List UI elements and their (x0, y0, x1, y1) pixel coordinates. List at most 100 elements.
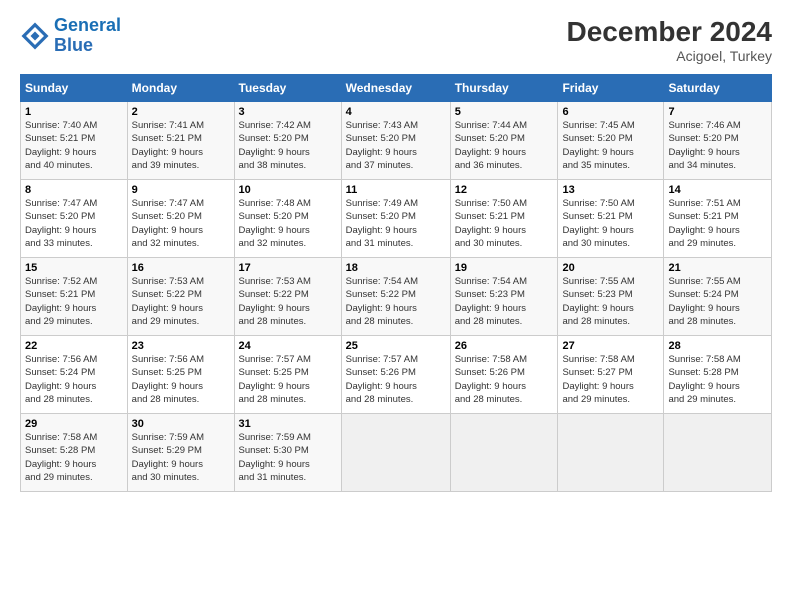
sunset-text: Sunset: 5:28 PM (668, 367, 738, 378)
daylight-text: Daylight: 9 hours and 28 minutes. (455, 303, 526, 327)
calendar-week-4: 22Sunrise: 7:56 AMSunset: 5:24 PMDayligh… (21, 336, 772, 414)
day-number: 23 (132, 340, 230, 352)
day-number: 25 (346, 340, 446, 352)
header: General Blue December 2024 Acigoel, Turk… (20, 16, 772, 64)
sunrise-text: Sunrise: 7:58 AM (562, 354, 634, 365)
day-number: 5 (455, 106, 554, 118)
sunset-text: Sunset: 5:30 PM (239, 445, 309, 456)
day-header-friday: Friday (558, 75, 664, 102)
sunrise-text: Sunrise: 7:43 AM (346, 120, 418, 131)
sunset-text: Sunset: 5:26 PM (346, 367, 416, 378)
calendar-cell: 5Sunrise: 7:44 AMSunset: 5:20 PMDaylight… (450, 102, 558, 180)
sunset-text: Sunset: 5:22 PM (346, 289, 416, 300)
sunset-text: Sunset: 5:25 PM (132, 367, 202, 378)
sunset-text: Sunset: 5:20 PM (668, 133, 738, 144)
sunrise-text: Sunrise: 7:50 AM (562, 198, 634, 209)
calendar-title: December 2024 (567, 16, 772, 48)
day-number: 13 (562, 184, 659, 196)
calendar-cell: 13 Sunrise: 7:50 AM Sunset: 5:21 PM Dayligh… (558, 180, 664, 258)
calendar-cell: 1Sunrise: 7:40 AMSunset: 5:21 PMDaylight… (21, 102, 128, 180)
sunset-text: Sunset: 5:21 PM (668, 211, 738, 222)
daylight-text: Daylight: 9 hours and 28 minutes. (562, 303, 633, 327)
daylight-text: Daylight: 9 hours and 31 minutes. (346, 225, 417, 249)
day-info: Sunrise: 7:42 AMSunset: 5:20 PMDaylight:… (239, 119, 337, 172)
calendar-cell: 10Sunrise: 7:48 AMSunset: 5:20 PMDayligh… (234, 180, 341, 258)
sunrise-text: Sunrise: 7:40 AM (25, 120, 97, 131)
sunset-text: Sunset: 5:24 PM (668, 289, 738, 300)
calendar-week-2: 8Sunrise: 7:47 AMSunset: 5:20 PMDaylight… (21, 180, 772, 258)
day-header-saturday: Saturday (664, 75, 772, 102)
day-info: Sunrise: 7:47 AMSunset: 5:20 PMDaylight:… (25, 197, 123, 250)
calendar-cell: 15Sunrise: 7:52 AMSunset: 5:21 PMDayligh… (21, 258, 128, 336)
day-number: 1 (25, 106, 123, 118)
sunrise-text: Sunrise: 7:58 AM (668, 354, 740, 365)
day-info: Sunrise: 7:54 AM Sunset: 5:23 PM Daylight:… (455, 275, 554, 328)
day-info: Sunrise: 7:59 AM Sunset: 5:30 PM Daylight:… (239, 431, 337, 484)
sunset-text: Sunset: 5:20 PM (132, 211, 202, 222)
calendar-week-1: 1Sunrise: 7:40 AMSunset: 5:21 PMDaylight… (21, 102, 772, 180)
daylight-text: Daylight: 9 hours and 37 minutes. (346, 147, 417, 171)
daylight-text: Daylight: 9 hours and 32 minutes. (132, 225, 203, 249)
daylight-text: Daylight: 9 hours and 35 minutes. (562, 147, 633, 171)
day-info: Sunrise: 7:53 AMSunset: 5:22 PMDaylight:… (132, 275, 230, 328)
calendar-cell: 12Sunrise: 7:50 AMSunset: 5:21 PMDayligh… (450, 180, 558, 258)
daylight-text: Daylight: 9 hours and 28 minutes. (25, 381, 96, 405)
calendar-cell (341, 414, 450, 492)
sunrise-text: Sunrise: 7:48 AM (239, 198, 311, 209)
day-info: Sunrise: 7:57 AMSunset: 5:26 PMDaylight:… (346, 353, 446, 406)
day-number: 16 (132, 262, 230, 274)
day-info: Sunrise: 7:52 AMSunset: 5:21 PMDaylight:… (25, 275, 123, 328)
sunset-text: Sunset: 5:24 PM (25, 367, 95, 378)
day-info: Sunrise: 7:58 AMSunset: 5:28 PMDaylight:… (25, 431, 123, 484)
calendar-header-row: SundayMondayTuesdayWednesdayThursdayFrid… (21, 75, 772, 102)
calendar-cell (664, 414, 772, 492)
sunrise-text: Sunrise: 7:47 AM (132, 198, 204, 209)
sunset-text: Sunset: 5:22 PM (239, 289, 309, 300)
sunrise-text: Sunrise: 7:51 AM (668, 198, 740, 209)
day-number: 7 (668, 106, 767, 118)
day-info: Sunrise: 7:54 AMSunset: 5:22 PMDaylight:… (346, 275, 446, 328)
daylight-text: Daylight: 9 hours and 28 minutes. (239, 303, 310, 327)
day-info: Sunrise: 7:49 AMSunset: 5:20 PMDaylight:… (346, 197, 446, 250)
calendar-cell: 21Sunrise: 7:55 AMSunset: 5:24 PMDayligh… (664, 258, 772, 336)
sunset-text: Sunset: 5:23 PM (455, 289, 525, 300)
daylight-text: Daylight: 9 hours and 30 minutes. (132, 459, 203, 483)
sunrise-text: Sunrise: 7:55 AM (668, 276, 740, 287)
day-info: Sunrise: 7:45 AMSunset: 5:20 PMDaylight:… (562, 119, 659, 172)
daylight-text: Daylight: 9 hours and 28 minutes. (668, 303, 739, 327)
sunrise-text: Sunrise: 7:50 AM (455, 198, 527, 209)
sunrise-text: Sunrise: 7:57 AM (346, 354, 418, 365)
sunrise-text: Sunrise: 7:58 AM (455, 354, 527, 365)
day-header-tuesday: Tuesday (234, 75, 341, 102)
sunset-text: Sunset: 5:26 PM (455, 367, 525, 378)
calendar-cell: 19 Sunrise: 7:54 AM Sunset: 5:23 PM Dayligh… (450, 258, 558, 336)
calendar-cell: 20Sunrise: 7:55 AMSunset: 5:23 PMDayligh… (558, 258, 664, 336)
calendar-cell: 14Sunrise: 7:51 AMSunset: 5:21 PMDayligh… (664, 180, 772, 258)
sunset-text: Sunset: 5:20 PM (346, 211, 416, 222)
calendar-cell: 31Sunrise: 7:59 AMSunset: 5:30 PMDayligh… (234, 414, 341, 492)
sunrise-text: Sunrise: 7:58 AM (25, 432, 97, 443)
sunset-text: Sunset: 5:21 PM (455, 211, 525, 222)
day-info: Sunrise: 7:58 AMSunset: 5:26 PMDaylight:… (455, 353, 554, 406)
daylight-text: Daylight: 9 hours and 30 minutes. (562, 225, 633, 249)
calendar-cell: 11Sunrise: 7:49 AMSunset: 5:20 PMDayligh… (341, 180, 450, 258)
day-number: 19 (455, 262, 554, 274)
sunset-text: Sunset: 5:21 PM (562, 211, 632, 222)
calendar-cell: 22Sunrise: 7:56 AMSunset: 5:24 PMDayligh… (21, 336, 128, 414)
page: General Blue December 2024 Acigoel, Turk… (0, 0, 792, 504)
day-number: 6 (562, 106, 659, 118)
daylight-text: Daylight: 9 hours and 28 minutes. (132, 381, 203, 405)
day-number: 30 (132, 418, 230, 430)
sunrise-text: Sunrise: 7:59 AM (239, 432, 311, 443)
logo-icon (20, 21, 50, 51)
day-info: Sunrise: 7:55 AM Sunset: 5:24 PM Daylight:… (668, 275, 767, 328)
daylight-text: Daylight: 9 hours and 38 minutes. (239, 147, 310, 171)
sunrise-text: Sunrise: 7:52 AM (25, 276, 97, 287)
day-number: 28 (668, 340, 767, 352)
sunrise-text: Sunrise: 7:54 AM (455, 276, 527, 287)
daylight-text: Daylight: 9 hours and 29 minutes. (25, 303, 96, 327)
day-number: 14 (668, 184, 767, 196)
calendar-cell: 6Sunrise: 7:45 AMSunset: 5:20 PMDaylight… (558, 102, 664, 180)
daylight-text: Daylight: 9 hours and 31 minutes. (239, 459, 310, 483)
calendar-cell: 29Sunrise: 7:58 AMSunset: 5:28 PMDayligh… (21, 414, 128, 492)
